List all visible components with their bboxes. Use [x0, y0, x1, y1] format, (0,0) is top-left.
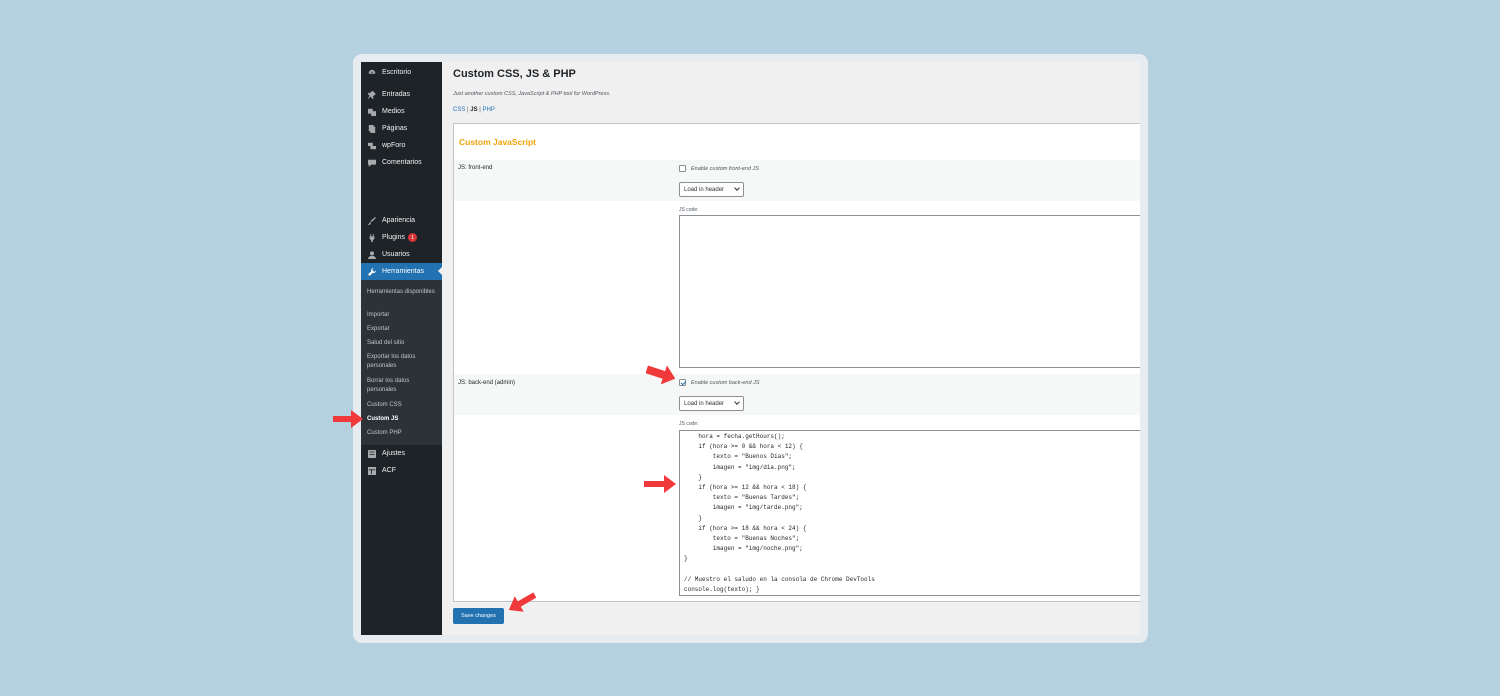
tab-css[interactable]: CSS: [453, 107, 465, 113]
annotation-arrow-icon: [644, 475, 676, 493]
sidebar-item-apariencia[interactable]: Apariencia: [361, 212, 442, 229]
back-end-load-select[interactable]: Load in header: [679, 396, 744, 411]
back-end-checkbox-label: Enable custom back-end JS: [691, 379, 760, 386]
pages-icon: [367, 124, 376, 133]
submenu-item-exportar[interactable]: Exportar: [367, 325, 439, 334]
submenu-item-herramientas-disponibles[interactable]: Herramientas disponibles: [367, 288, 439, 297]
sidebar-item-label: Entradas: [382, 91, 411, 98]
back-end-checkbox-box[interactable]: [679, 379, 686, 386]
sidebar-item-label: Medios: [382, 108, 405, 115]
submenu-item-custom-css[interactable]: Custom CSS: [367, 401, 439, 410]
front-end-row: [454, 160, 1140, 178]
tab-links: CSS | JS | PHP: [453, 107, 495, 113]
sidebar-item-label: Usuarios: [382, 251, 410, 258]
sidebar-item-label: Escritorio: [382, 69, 412, 76]
pin-icon: [367, 90, 376, 99]
back-end-code-label: JS code:: [679, 421, 699, 427]
tab-php[interactable]: PHP: [483, 107, 495, 113]
page-title: Custom CSS, JS & PHP: [453, 68, 576, 80]
back-end-label: JS: back-end (admin): [458, 380, 516, 386]
sidebar-item-comentarios[interactable]: Comentarios: [361, 154, 442, 171]
sidebar-item-acf[interactable]: ACF: [361, 462, 442, 479]
custom-js-panel: Custom JavaScript JS: front-end Enable c…: [453, 123, 1140, 602]
appearance-icon: [367, 216, 376, 225]
forum-icon: [367, 141, 376, 150]
sidebar-item-label: ACF: [382, 467, 396, 474]
annotation-arrow-icon: [333, 410, 363, 428]
sidebar-item-usuarios[interactable]: Usuarios: [361, 246, 442, 263]
front-end-enable-checkbox[interactable]: Enable custom front-end JS: [679, 165, 759, 172]
tab-js[interactable]: JS: [470, 107, 477, 113]
chevron-down-icon: [734, 399, 740, 405]
front-end-checkbox-box[interactable]: [679, 165, 686, 172]
back-end-code-content[interactable]: hora = fecha.getHours(); if (hora >= 0 &…: [680, 432, 1140, 595]
acf-icon: [367, 466, 376, 475]
save-changes-button[interactable]: Save changes: [453, 608, 504, 624]
main-content: Custom CSS, JS & PHP Just another custom…: [442, 62, 1140, 635]
submenu-item-custom-php[interactable]: Custom PHP: [367, 429, 439, 438]
sidebar-item-entradas[interactable]: Entradas: [361, 86, 442, 103]
sidebar-item-wpforo[interactable]: wpForo: [361, 137, 442, 154]
sidebar-item-escritorio[interactable]: Escritorio: [361, 64, 442, 81]
sidebar-item-ajustes[interactable]: Ajustes: [361, 445, 442, 462]
media-icon: [367, 107, 376, 116]
tools-icon: [367, 267, 376, 276]
sidebar-item-medios[interactable]: Medios: [361, 103, 442, 120]
admin-sidebar: Escritorio Entradas Medios Páginas wpFor…: [361, 62, 442, 635]
chevron-down-icon: [734, 185, 740, 191]
wp-admin-screen: Escritorio Entradas Medios Páginas wpFor…: [361, 62, 1140, 635]
submenu-item-custom-js[interactable]: Custom JS: [367, 415, 439, 424]
front-end-checkbox-label: Enable custom front-end JS: [691, 165, 759, 172]
submenu-item-salud-del-sitio[interactable]: Salud del sitio: [367, 339, 439, 348]
front-end-load-select[interactable]: Load in header: [679, 182, 744, 197]
back-end-load-value: Load in header: [684, 400, 725, 407]
plugins-update-badge: 1: [407, 233, 417, 242]
page-description: Just another custom CSS, JavaScript & PH…: [453, 91, 611, 97]
annotation-arrow-icon: [645, 364, 676, 385]
settings-icon: [367, 449, 376, 458]
tools-submenu: Herramientas disponibles Importar Export…: [361, 280, 442, 445]
sidebar-item-label: Comentarios: [382, 159, 422, 166]
front-end-label: JS: front-end: [458, 165, 493, 171]
sidebar-item-label: wpForo: [382, 142, 406, 149]
front-end-code-textarea[interactable]: [679, 215, 1140, 368]
sidebar-item-herramientas[interactable]: Herramientas: [361, 263, 442, 280]
sidebar-item-label: Plugins: [382, 234, 405, 241]
submenu-item-borrar-datos[interactable]: Borrar los datos personales: [367, 377, 439, 395]
comments-icon: [367, 158, 376, 167]
sidebar-item-plugins[interactable]: Plugins 1: [361, 229, 442, 246]
sidebar-item-label: Ajustes: [382, 450, 405, 457]
users-icon: [367, 250, 376, 259]
dashboard-icon: [367, 68, 376, 77]
front-end-code-label: JS code:: [679, 207, 699, 213]
submenu-item-exportar-datos[interactable]: Exportar los datos personales: [367, 353, 439, 371]
sidebar-item-label: Apariencia: [382, 217, 416, 224]
annotation-arrow-icon: [505, 592, 537, 614]
front-end-load-row: [454, 178, 1140, 201]
section-title: Custom JavaScript: [459, 137, 536, 147]
submenu-item-importar[interactable]: Importar: [367, 311, 439, 320]
back-end-row: [454, 374, 1140, 415]
front-end-load-value: Load in header: [684, 186, 725, 193]
sidebar-item-label: Páginas: [382, 125, 408, 132]
sidebar-item-paginas[interactable]: Páginas: [361, 120, 442, 137]
back-end-enable-checkbox[interactable]: Enable custom back-end JS: [679, 379, 759, 386]
plugins-icon: [367, 233, 376, 242]
sidebar-item-label: Herramientas: [382, 268, 425, 275]
